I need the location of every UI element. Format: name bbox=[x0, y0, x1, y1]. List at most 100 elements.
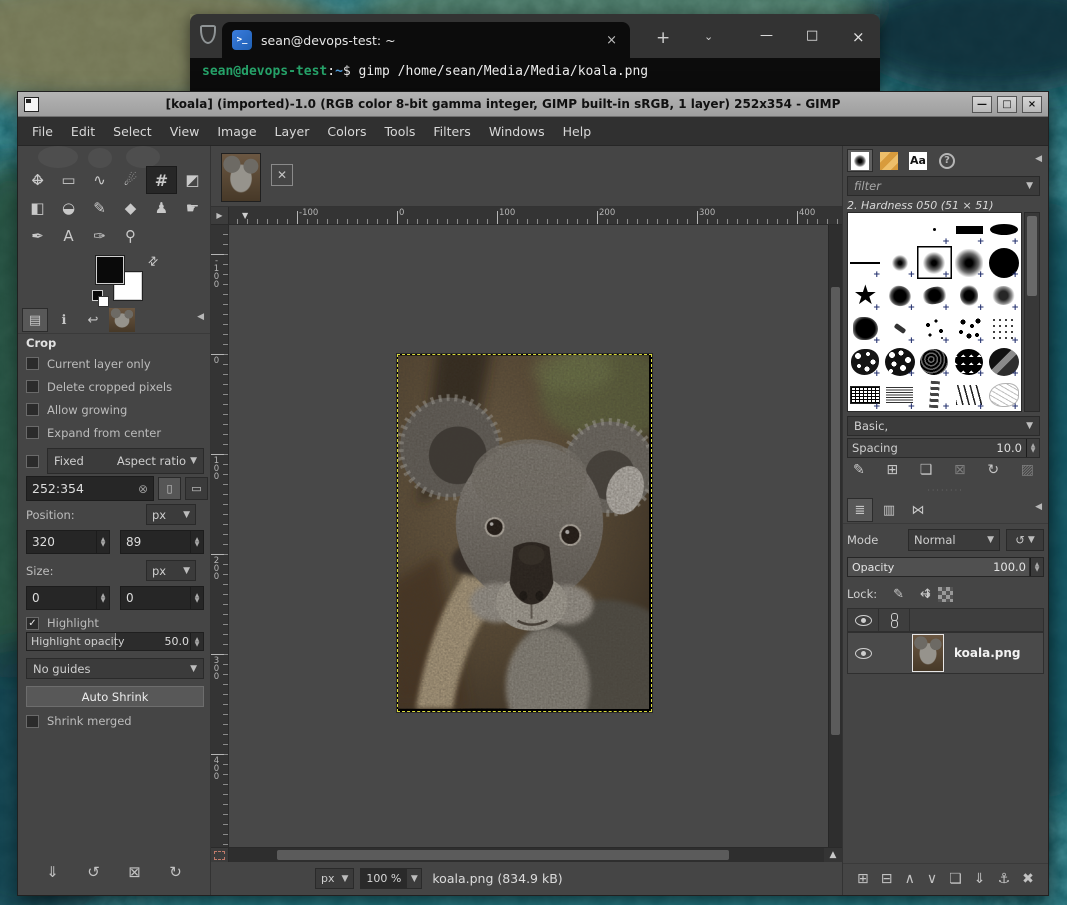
brush-item[interactable] bbox=[952, 312, 987, 345]
free-select-tool-icon[interactable]: ∿ bbox=[84, 166, 115, 194]
layer-row[interactable]: koala.png bbox=[847, 632, 1044, 674]
menu-windows[interactable]: Windows bbox=[481, 121, 553, 142]
merge-down-icon[interactable]: ⇓ bbox=[974, 871, 986, 887]
swap-colors-icon[interactable]: ⇄ bbox=[145, 252, 162, 269]
terminal-maximize-button[interactable]: □ bbox=[806, 28, 818, 43]
auto-shrink-button[interactable]: Auto Shrink bbox=[26, 686, 204, 707]
scrollbar-thumb[interactable] bbox=[831, 287, 840, 735]
ruler-menu-button[interactable]: ▶ bbox=[211, 207, 229, 224]
delete-cropped-pixels-checkbox[interactable] bbox=[26, 380, 39, 393]
reset-tool-options-icon[interactable]: ↻ bbox=[169, 863, 182, 881]
size-height-field[interactable]: 0 ▲▼ bbox=[120, 586, 204, 610]
collapse-dock-icon[interactable]: ◀ bbox=[197, 312, 204, 322]
gradient-tool-icon[interactable]: ◧ bbox=[22, 194, 53, 222]
move-tool-icon[interactable]: ↔↕ bbox=[22, 166, 53, 194]
zoom-tool-icon[interactable]: ⚲ bbox=[115, 222, 146, 250]
text-tool-icon[interactable]: A bbox=[53, 222, 84, 250]
navigation-button[interactable]: ▲ bbox=[824, 848, 842, 862]
new-brush-icon[interactable]: ⊞ bbox=[886, 462, 898, 478]
menu-edit[interactable]: Edit bbox=[63, 121, 103, 142]
vertical-scrollbar[interactable] bbox=[828, 225, 842, 847]
brush-item[interactable] bbox=[848, 279, 883, 312]
mode-switch-button[interactable]: ↺ ▼ bbox=[1006, 529, 1044, 551]
gimp-close-button[interactable]: × bbox=[1022, 96, 1042, 113]
new-layer-icon[interactable]: ⊞ bbox=[857, 871, 869, 887]
horizontal-scrollbar[interactable] bbox=[229, 848, 824, 862]
brush-item[interactable] bbox=[952, 279, 987, 312]
zoom-control[interactable]: 100 % ▼ bbox=[360, 868, 422, 889]
aspect-ratio-input[interactable]: 252:354 ⊗ bbox=[26, 476, 154, 501]
terminal-output[interactable]: sean@devops-test:~$ gimp /home/sean/Medi… bbox=[190, 58, 880, 92]
dock-drag-handle[interactable]: ········ bbox=[843, 486, 1048, 495]
visibility-header[interactable] bbox=[848, 609, 879, 631]
duplicate-brush-icon[interactable]: ❏ bbox=[920, 462, 933, 478]
tab-close-icon[interactable]: × bbox=[603, 33, 620, 48]
restore-tool-options-icon[interactable]: ↺ bbox=[87, 863, 100, 881]
vertical-ruler[interactable]: -1000100200300400 bbox=[211, 225, 229, 847]
brush-item[interactable] bbox=[952, 378, 987, 411]
brush-item[interactable] bbox=[883, 279, 918, 312]
expand-from-center-checkbox[interactable] bbox=[26, 426, 39, 439]
gimp-titlebar[interactable]: [koala] (imported)-1.0 (RGB color 8-bit … bbox=[18, 92, 1048, 117]
brush-item[interactable] bbox=[986, 246, 1021, 279]
brush-spacing-slider[interactable]: Spacing 10.0 ▲▼ bbox=[847, 438, 1040, 458]
brush-item[interactable] bbox=[917, 246, 952, 279]
images-tab[interactable] bbox=[109, 308, 135, 332]
brush-item[interactable] bbox=[986, 213, 1021, 246]
spinner-icon[interactable]: ▲▼ bbox=[1030, 558, 1043, 576]
fuzzy-select-tool-icon[interactable]: ☄ bbox=[115, 166, 146, 194]
device-status-tab[interactable]: ℹ bbox=[51, 308, 77, 332]
ink-tool-icon[interactable]: ✒ bbox=[22, 222, 53, 250]
eraser-tool-icon[interactable]: ◆ bbox=[115, 194, 146, 222]
layer-opacity-slider[interactable]: Opacity 100.0 ▲▼ bbox=[847, 557, 1044, 577]
image-tab-close-icon[interactable]: ✕ bbox=[271, 164, 293, 186]
new-tab-button[interactable]: + bbox=[656, 28, 670, 48]
menu-file[interactable]: File bbox=[24, 121, 61, 142]
image-tab-thumbnail[interactable] bbox=[221, 153, 261, 202]
brush-item[interactable] bbox=[986, 312, 1021, 345]
aspect-ratio-dropdown[interactable]: Aspect ratio bbox=[117, 454, 186, 468]
fixed-checkbox[interactable] bbox=[26, 455, 39, 468]
lock-alpha-icon[interactable] bbox=[938, 587, 953, 602]
smudge-tool-icon[interactable]: ☛ bbox=[177, 194, 208, 222]
save-tool-options-icon[interactable]: ⇓ bbox=[46, 863, 59, 881]
brush-item[interactable] bbox=[883, 213, 918, 246]
brush-item[interactable] bbox=[986, 378, 1021, 411]
menu-tools[interactable]: Tools bbox=[377, 121, 424, 142]
highlight-checkbox[interactable]: ✓ bbox=[26, 617, 39, 630]
bucket-fill-tool-icon[interactable]: ◒ bbox=[53, 194, 84, 222]
terminal-tab[interactable]: >_ sean@devops-test: ~ × bbox=[222, 22, 630, 58]
open-brush-as-image-icon[interactable]: ▨ bbox=[1021, 462, 1034, 478]
edit-brush-icon[interactable]: ✎ bbox=[853, 462, 865, 478]
paintbrush-tool-icon[interactable]: ✎ bbox=[84, 194, 115, 222]
canvas-viewport[interactable] bbox=[229, 225, 828, 847]
spinner-icon[interactable]: ▲▼ bbox=[96, 531, 109, 553]
menu-help[interactable]: Help bbox=[555, 121, 600, 142]
foreground-color-swatch[interactable] bbox=[96, 256, 124, 284]
delete-layer-icon[interactable]: ✖ bbox=[1022, 871, 1034, 887]
landscape-orientation-button[interactable]: ▭ bbox=[185, 477, 208, 500]
brush-item[interactable] bbox=[883, 246, 918, 279]
portrait-orientation-button[interactable]: ▯ bbox=[158, 477, 181, 500]
scrollbar-thumb[interactable] bbox=[277, 850, 729, 860]
brush-item[interactable] bbox=[917, 312, 952, 345]
terminal-minimize-button[interactable]: — bbox=[760, 28, 773, 43]
rectangle-select-tool-icon[interactable]: ▭ bbox=[53, 166, 84, 194]
delete-brush-icon[interactable]: ⊠ bbox=[954, 462, 966, 478]
collapse-dock-icon[interactable]: ◀ bbox=[1035, 154, 1042, 164]
scrollbar-thumb[interactable] bbox=[1027, 216, 1037, 296]
highlight-opacity-slider[interactable]: Highlight opacity 50.0 ▲▼ bbox=[26, 632, 204, 651]
size-unit-dropdown[interactable]: px▼ bbox=[146, 560, 196, 581]
chevron-down-icon[interactable]: ▼ bbox=[406, 869, 421, 888]
unified-transform-tool-icon[interactable]: ◩ bbox=[177, 166, 208, 194]
brush-item[interactable] bbox=[986, 279, 1021, 312]
document-history-tab[interactable]: ? bbox=[934, 149, 960, 172]
brush-grid-scrollbar[interactable] bbox=[1024, 212, 1040, 412]
menu-filters[interactable]: Filters bbox=[425, 121, 478, 142]
position-y-field[interactable]: 89 ▲▼ bbox=[120, 530, 204, 554]
paths-tab[interactable]: ⋈ bbox=[905, 498, 931, 522]
layer-mode-dropdown[interactable]: Normal ▼ bbox=[908, 529, 1000, 551]
brush-item[interactable] bbox=[917, 213, 952, 246]
menu-image[interactable]: Image bbox=[209, 121, 264, 142]
horizontal-ruler[interactable]: ▼-1000100200300400 bbox=[229, 207, 842, 224]
